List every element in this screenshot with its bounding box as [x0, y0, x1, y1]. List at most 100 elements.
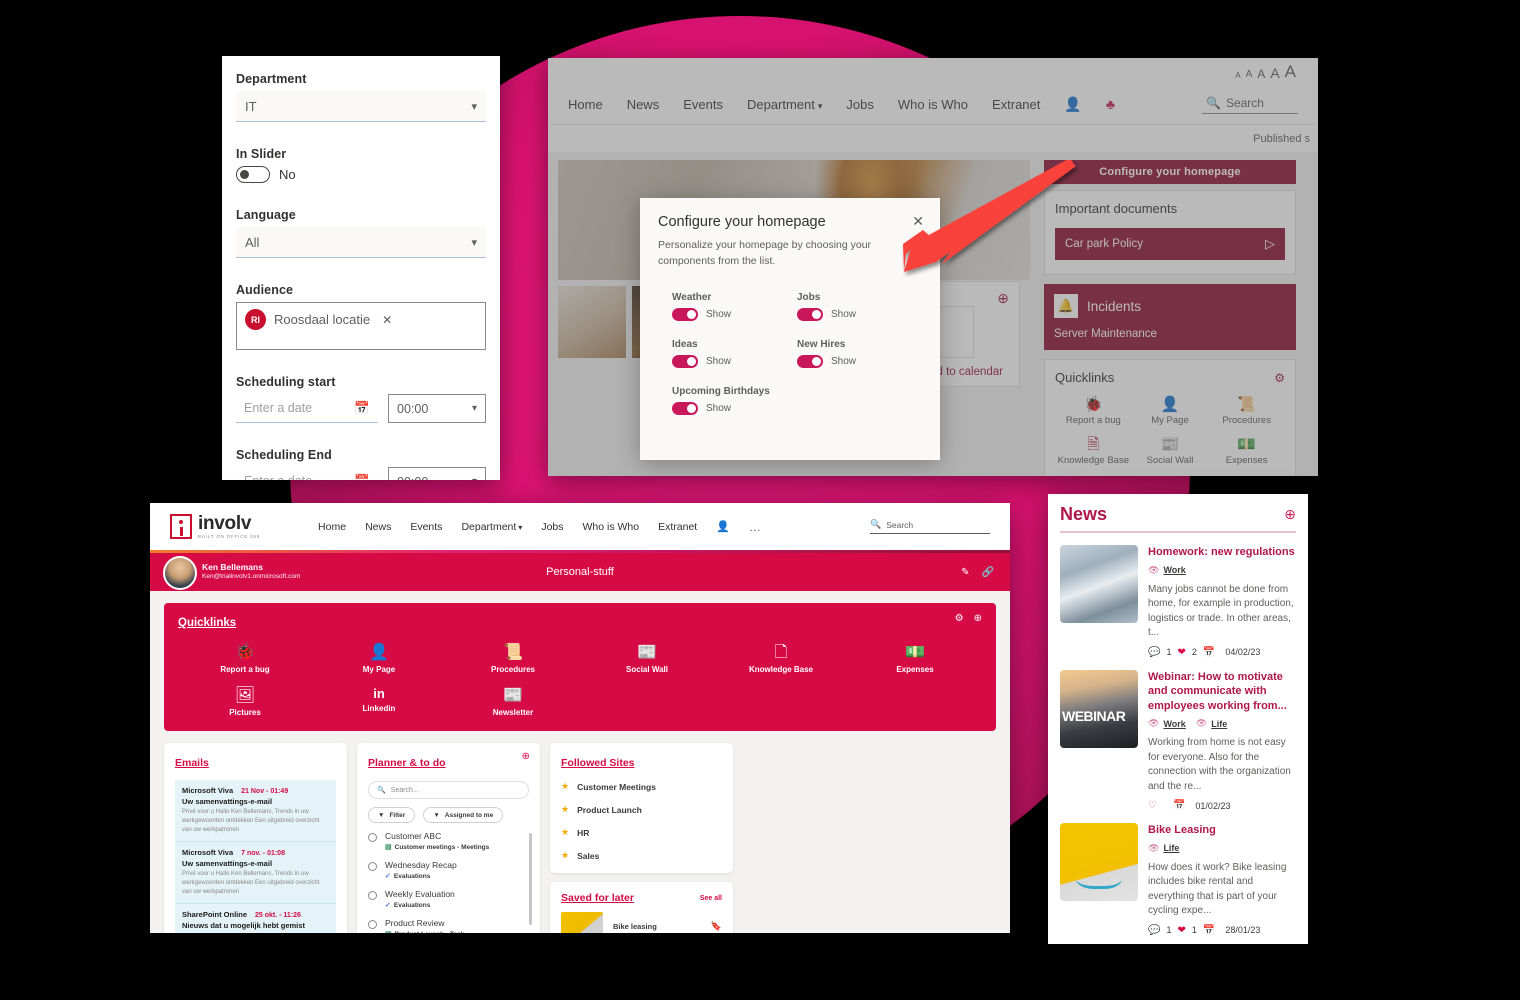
news-tag[interactable]: 👁 Life	[1148, 843, 1179, 854]
scrollbar[interactable]	[529, 833, 532, 925]
news-tag[interactable]: 👁 Work	[1148, 718, 1186, 729]
news-tag[interactable]: 👁 Life	[1196, 718, 1227, 729]
task-checkbox[interactable]	[368, 891, 377, 900]
bookmark-icon[interactable]: 🔖	[711, 921, 722, 932]
quicklink-linkedin[interactable]: in Linkedin	[312, 686, 446, 717]
add-icon[interactable]: ⊕	[997, 290, 1009, 307]
see-all-link[interactable]: See all	[700, 895, 722, 902]
in-slider-toggle[interactable]	[236, 166, 270, 183]
quicklink-social-wall[interactable]: 📰 Social Wall	[580, 643, 714, 674]
jobs-toggle-switch[interactable]	[797, 307, 823, 321]
font-size-l[interactable]: A	[1270, 66, 1279, 80]
toggle-row[interactable]: Show	[672, 354, 797, 368]
news-item-title[interactable]: Bike Leasing	[1148, 823, 1296, 838]
nav-item-news[interactable]: News	[627, 97, 660, 112]
news-row[interactable]: Homework: new regulations 👁 Work Many jo…	[1060, 545, 1296, 658]
news-item-title[interactable]: Homework: new regulations	[1148, 545, 1296, 560]
quicklink-expenses[interactable]: 💵 Expenses	[848, 643, 982, 674]
ideas-toggle-switch[interactable]	[672, 354, 698, 368]
quicklink-knowledge-base[interactable]: 🗎 Knowledge Base	[1055, 435, 1132, 467]
quicklink-pictures[interactable]: 🖼 Pictures	[178, 686, 312, 717]
department-dropdown[interactable]: IT ▾	[236, 91, 486, 122]
org-chart-icon[interactable]: ♣	[1106, 96, 1115, 112]
site-row[interactable]: ★ Customer Meetings	[561, 781, 722, 792]
gear-icon[interactable]: ⚙	[1274, 371, 1285, 385]
document-item[interactable]: Car park Policy ▷	[1055, 228, 1285, 260]
weather-toggle-switch[interactable]	[672, 307, 698, 321]
person-icon[interactable]: 👤	[716, 520, 730, 533]
news-row[interactable]: WEBINAR Webinar: How to motivate and com…	[1060, 669, 1296, 811]
task-checkbox[interactable]	[368, 862, 377, 871]
nav-item-news[interactable]: News	[365, 521, 391, 533]
quicklink-knowledge-base[interactable]: 🗋 Knowledge Base	[714, 643, 848, 674]
nav-item-who-is-who[interactable]: Who is Who	[583, 521, 640, 533]
quicklink-procedures[interactable]: 📜 Procedures	[446, 643, 580, 674]
nav-item-home[interactable]: Home	[318, 521, 346, 533]
quicklink-my-page[interactable]: 👤 My Page	[312, 643, 446, 674]
heart-icon[interactable]: ❤	[1177, 925, 1185, 936]
quicklink-newsletter[interactable]: 📰 Newsletter	[446, 686, 580, 717]
heart-outline-icon[interactable]: ♡	[1148, 800, 1157, 811]
nav-item-jobs[interactable]: Jobs	[846, 97, 873, 112]
nav-item-events[interactable]: Events	[683, 97, 723, 112]
scheduling-start-date-input[interactable]: Enter a date 📅	[236, 394, 378, 423]
nav-item-home[interactable]: Home	[568, 97, 603, 112]
assigned-to-me-button[interactable]: ▼ Assigned to me	[423, 807, 504, 823]
toggle-row[interactable]: Show	[797, 354, 922, 368]
upcoming-birthdays-toggle-switch[interactable]	[672, 401, 698, 415]
font-size-s[interactable]: A	[1246, 69, 1253, 80]
calendar-icon[interactable]: 📅	[354, 401, 370, 416]
task-row[interactable]: Product Review ▤Product Launch - Task	[368, 918, 529, 933]
task-checkbox[interactable]	[368, 920, 377, 929]
scheduling-end-date-input[interactable]: Enter a date 📅	[236, 467, 378, 480]
planner-search-input[interactable]: 🔍 Search...	[368, 781, 529, 799]
incident-item[interactable]: Server Maintenance	[1054, 328, 1286, 340]
toggle-row[interactable]: Show	[672, 307, 797, 321]
task-row[interactable]: Customer ABC ▤ Customer meetings - Meetin…	[368, 831, 529, 851]
toggle-row[interactable]: Show	[672, 401, 797, 415]
scheduling-end-time-select[interactable]: 00:00 ▾	[388, 467, 486, 480]
font-size-m[interactable]: A	[1257, 68, 1265, 80]
language-dropdown[interactable]: All ▾	[236, 227, 486, 258]
nav-item-events[interactable]: Events	[410, 521, 442, 533]
new-hires-toggle-switch[interactable]	[797, 354, 823, 368]
quicklink-my-page[interactable]: 👤 My Page	[1132, 395, 1209, 427]
quicklink-report-a-bug[interactable]: 🐞 Report a bug	[178, 643, 312, 674]
heart-icon[interactable]: ❤	[1177, 647, 1185, 658]
task-row[interactable]: Wednesday Recap ✓ Evaluations	[368, 860, 529, 880]
audience-chip[interactable]: Rl Roosdaal locatie ✕	[245, 309, 392, 330]
font-size-xs[interactable]: A	[1235, 71, 1240, 80]
quicklink-expenses[interactable]: 💵 Expenses	[1208, 435, 1285, 467]
quicklink-report-a-bug[interactable]: 🐞 Report a bug	[1055, 395, 1132, 427]
search-box[interactable]: 🔍 Search	[1202, 94, 1298, 114]
news-row[interactable]: Bike Leasing 👁 Life How does it work? Bi…	[1060, 823, 1296, 936]
nav-item-who-is-who[interactable]: Who is Who	[898, 97, 968, 112]
involv-search-box[interactable]: 🔍 Search	[870, 519, 990, 534]
email-row[interactable]: Microsoft Viva 7 nov. - 01:08 Uw samenva…	[175, 842, 336, 904]
news-tag[interactable]: 👁 Work	[1148, 565, 1186, 576]
thumbnail[interactable]	[558, 286, 626, 358]
nav-item-department[interactable]: Department ▾	[461, 521, 522, 533]
gear-icon[interactable]: ⚙	[955, 613, 964, 624]
task-row[interactable]: Weekly Evaluation ✓ Evaluations	[368, 889, 529, 909]
involv-logo[interactable]: involv BUILT ON OFFICE 365	[170, 514, 260, 540]
email-row[interactable]: SharePoint Online 25 okt. - 11:26 Nieuws…	[175, 904, 336, 933]
email-row[interactable]: Microsoft Viva 21 Nov - 01:49 Uw samenva…	[175, 780, 336, 842]
audience-picker[interactable]: Rl Roosdaal locatie ✕	[236, 302, 486, 350]
comment-icon[interactable]: 💬	[1148, 647, 1160, 658]
calendar-icon[interactable]: 📅	[354, 474, 370, 481]
quicklink-social-wall[interactable]: 📰 Social Wall	[1132, 435, 1209, 467]
toggle-row[interactable]: Show	[797, 307, 922, 321]
task-checkbox[interactable]	[368, 833, 377, 842]
add-icon[interactable]: ⊕	[1284, 506, 1296, 523]
nav-item-department[interactable]: Department ▾	[747, 97, 822, 112]
saved-row[interactable]: Bike leasing 🔖	[561, 912, 722, 933]
site-row[interactable]: ★ HR	[561, 827, 722, 838]
scheduling-start-time-select[interactable]: 00:00 ▾	[388, 394, 486, 423]
filter-button[interactable]: ▼ Filter	[368, 807, 416, 823]
site-row[interactable]: ★ Product Launch	[561, 804, 722, 815]
quicklink-procedures[interactable]: 📜 Procedures	[1208, 395, 1285, 427]
comment-icon[interactable]: 💬	[1148, 925, 1160, 936]
nav-item-jobs[interactable]: Jobs	[541, 521, 563, 533]
configure-homepage-banner[interactable]: Configure your homepage	[1044, 160, 1296, 184]
